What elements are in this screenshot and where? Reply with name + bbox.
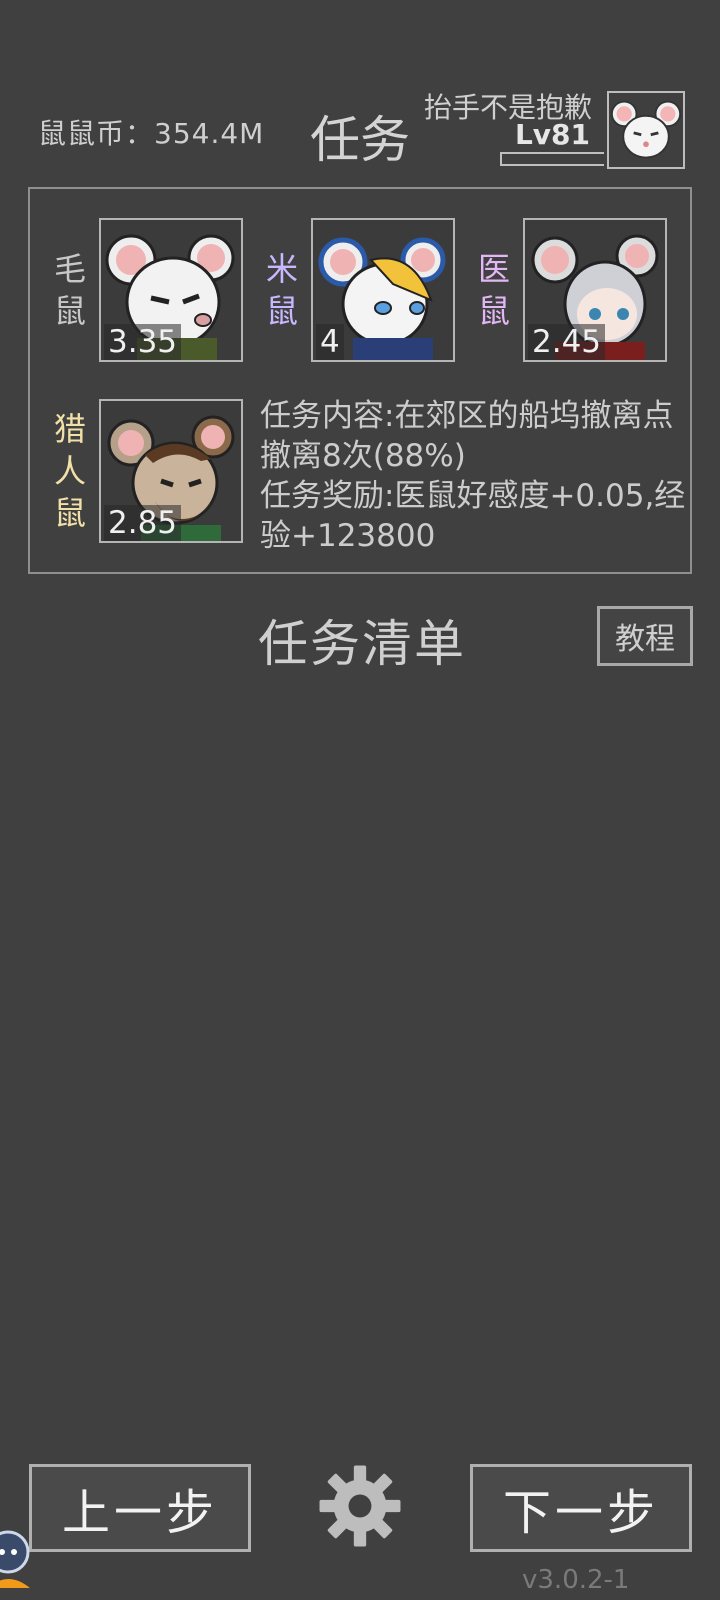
settings-button[interactable]	[316, 1462, 404, 1550]
next-step-label: 下一步	[502, 1485, 659, 1541]
character-portrait-maoshu[interactable]: 3.35	[99, 218, 243, 362]
version-label: v3.0.2-1	[522, 1565, 630, 1595]
player-level: Lv81	[514, 118, 590, 151]
white-mouse-avatar-icon	[610, 100, 682, 159]
character-portrait-yishu[interactable]: 2.45	[523, 218, 667, 362]
character-name-label: 毛鼠	[53, 250, 86, 330]
previous-step-label: 上一步	[61, 1485, 218, 1541]
character-name-label: 米鼠	[265, 250, 298, 330]
affinity-score: 4	[316, 324, 344, 360]
affinity-score: 2.45	[528, 324, 606, 360]
player-avatar[interactable]	[607, 91, 685, 169]
coin-balance: 鼠鼠币：354.4M	[38, 117, 265, 150]
next-step-button[interactable]: 下一步	[470, 1464, 692, 1552]
character-name-label: 医鼠	[477, 250, 510, 330]
character-name-mishu: 米鼠	[262, 248, 302, 332]
affinity-score: 2.85	[104, 505, 182, 541]
character-name-maoshu: 毛鼠	[50, 248, 90, 332]
robot-face-icon	[0, 1530, 30, 1588]
tutorial-label: 教程	[615, 622, 675, 657]
character-portrait-lierenshu[interactable]: 2.85	[99, 399, 243, 543]
xp-bar	[500, 152, 604, 166]
floating-assistant-button[interactable]	[0, 1528, 34, 1588]
character-name-lierenshu: 猎人鼠	[50, 408, 90, 534]
tutorial-button[interactable]: 教程	[597, 606, 693, 666]
character-name-yishu: 医鼠	[474, 248, 514, 332]
previous-step-button[interactable]: 上一步	[29, 1464, 251, 1552]
gear-icon	[319, 1465, 401, 1547]
character-portrait-mishu[interactable]: 4	[311, 218, 455, 362]
character-name-label: 猎人鼠	[53, 410, 86, 532]
task-content: 任务内容:在郊区的船坞撤离点撤离8次(88%)	[260, 398, 674, 474]
page-title: 任务	[310, 111, 410, 169]
affinity-score: 3.35	[104, 324, 182, 360]
task-reward: 任务奖励:医鼠好感度+0.05,经验+123800	[260, 478, 686, 554]
task-list-title: 任务清单	[258, 615, 466, 673]
task-description: 任务内容:在郊区的船坞撤离点撤离8次(88%) 任务奖励:医鼠好感度+0.05,…	[260, 396, 690, 556]
